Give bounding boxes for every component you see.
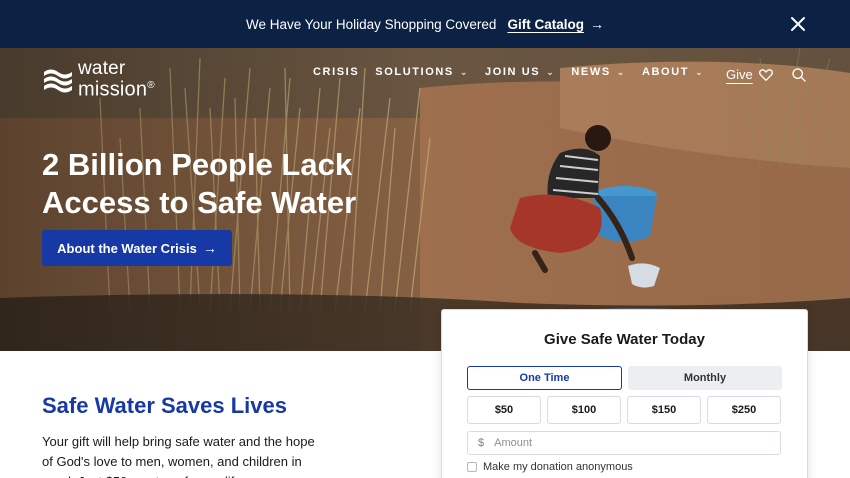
logo-wave-icon bbox=[44, 69, 72, 93]
amount-input[interactable]: $ Amount bbox=[467, 431, 781, 455]
amount-option-100[interactable]: $100 bbox=[547, 396, 621, 424]
arrow-right-icon: → bbox=[202, 240, 217, 256]
heart-icon[interactable] bbox=[758, 67, 774, 83]
nav-item-about[interactable]: ABOUT ⌄ bbox=[642, 66, 704, 78]
nav-item-crisis[interactable]: CRISIS bbox=[313, 66, 359, 78]
gift-catalog-link[interactable]: Gift Catalog bbox=[507, 17, 584, 32]
nav-item-join-us[interactable]: JOIN US ⌄ bbox=[485, 66, 555, 78]
nav-label: SOLUTIONS bbox=[375, 66, 454, 78]
logo-wordmark: water mission® bbox=[78, 58, 155, 101]
chevron-down-icon: ⌄ bbox=[546, 66, 556, 77]
section-body: Your gift will help bring safe water and… bbox=[42, 434, 315, 478]
logo-line-1: water bbox=[78, 58, 126, 79]
logo-line-2-text: mission bbox=[78, 78, 148, 101]
chevron-down-icon: ⌄ bbox=[616, 66, 626, 77]
close-icon[interactable] bbox=[786, 12, 810, 36]
hero-headline: 2 Billion People Lack Access to Safe Wat… bbox=[42, 147, 357, 220]
water-mission-logo[interactable]: water mission® bbox=[42, 58, 155, 101]
monthly-tab[interactable]: Monthly bbox=[628, 366, 782, 390]
nav-label: JOIN US bbox=[485, 66, 541, 78]
search-icon[interactable] bbox=[791, 67, 807, 83]
nav-label: NEWS bbox=[571, 66, 611, 78]
donation-card: Give Safe Water Today One Time Monthly $… bbox=[441, 309, 808, 478]
main-nav: CRISIS SOLUTIONS ⌄ JOIN US ⌄ NEWS ⌄ ABOUT ⌄ bbox=[313, 66, 720, 78]
chevron-down-icon: ⌄ bbox=[459, 66, 470, 77]
announcement-message: We Have Your Holiday Shopping Covered bbox=[246, 16, 497, 32]
arrow-right-icon: → bbox=[589, 16, 604, 32]
logo-line-2: mission® bbox=[78, 77, 155, 101]
nav-item-news[interactable]: NEWS ⌄ bbox=[571, 66, 626, 78]
chevron-down-icon: ⌄ bbox=[695, 66, 705, 77]
nav-label: ABOUT bbox=[641, 66, 690, 78]
anonymous-checkbox[interactable] bbox=[467, 462, 477, 472]
nav-item-solutions[interactable]: SOLUTIONS ⌄ bbox=[375, 66, 469, 78]
about-water-crisis-button[interactable]: About the Water Crisis → bbox=[42, 230, 232, 266]
nav-label: CRISIS bbox=[313, 66, 360, 78]
currency-symbol: $ bbox=[478, 437, 485, 449]
amount-option-250[interactable]: $250 bbox=[707, 396, 781, 424]
amount-option-50[interactable]: $50 bbox=[467, 396, 541, 424]
anonymous-label: Make my donation anonymous bbox=[483, 461, 633, 473]
section-title: Safe Water Saves Lives bbox=[42, 393, 287, 418]
cta-label: About the Water Crisis bbox=[57, 240, 197, 256]
give-link[interactable]: Give bbox=[726, 67, 753, 82]
amount-placeholder: Amount bbox=[494, 437, 533, 449]
announcement-bar: We Have Your Holiday Shopping Covered Gi… bbox=[0, 0, 850, 48]
anonymous-option: Make my donation anonymous bbox=[467, 461, 633, 473]
logo-registered-mark: ® bbox=[147, 80, 155, 91]
donation-title: Give Safe Water Today bbox=[544, 331, 705, 348]
amount-option-150[interactable]: $150 bbox=[627, 396, 701, 424]
one-time-tab[interactable]: One Time bbox=[467, 366, 622, 390]
